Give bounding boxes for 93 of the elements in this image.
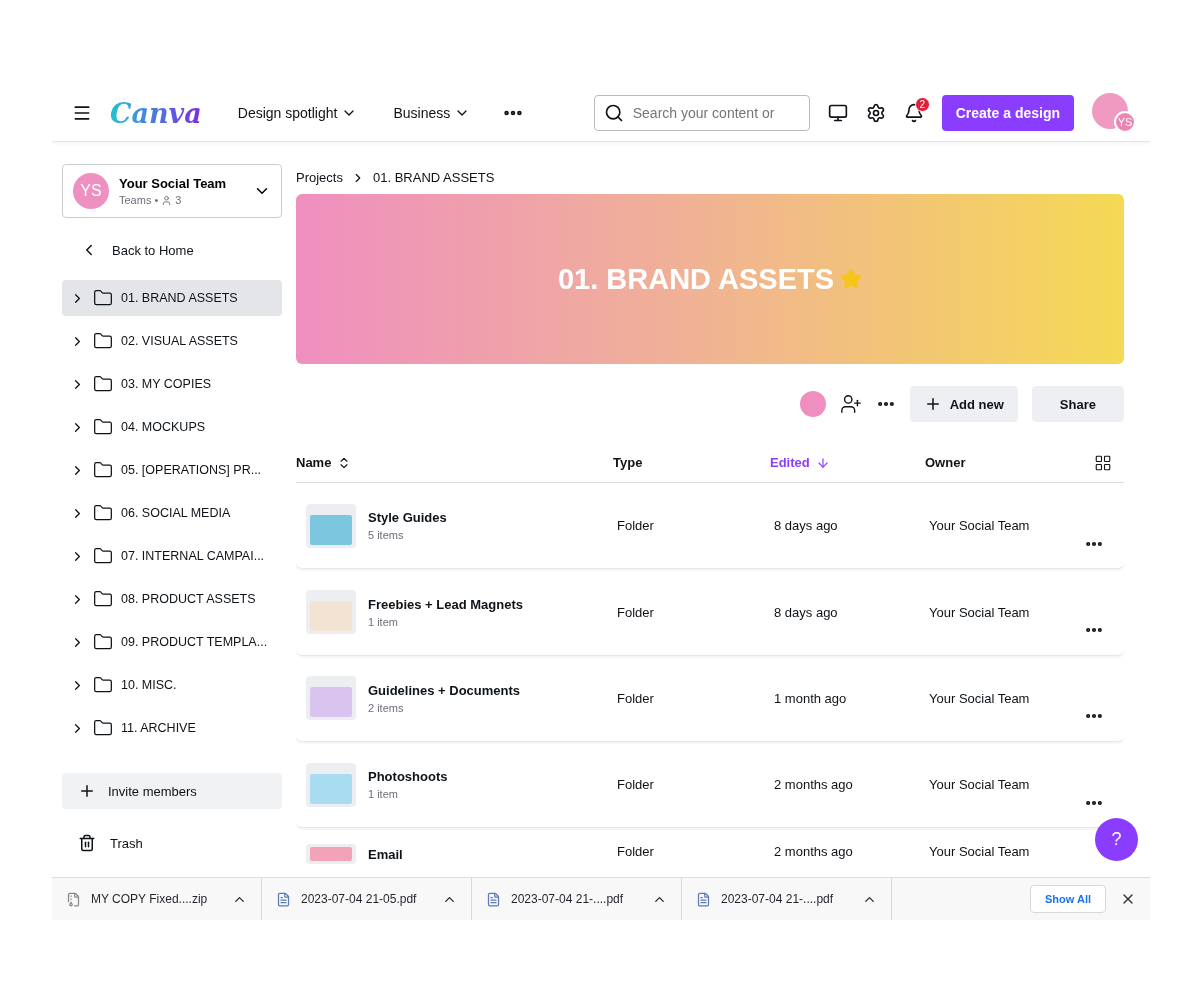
folder-item[interactable]: 10. MISC. [62,667,282,703]
item-count: 1 item [368,615,399,628]
menu-icon[interactable] [72,103,92,123]
folder-icon [93,675,113,695]
owner-cell-text: Your Social Team [928,604,1031,620]
edited-cell-text: 2 months ago [773,844,854,860]
folder-thumbnail[interactable] [306,503,356,548]
folder-name[interactable]: Guidelines + Documents [368,682,521,698]
create-design-button[interactable]: Create a design [941,95,1074,131]
folder-name[interactable]: Style Guides [368,510,447,526]
folder-title: 01. BRAND ASSETS [557,262,835,296]
team-initials: YS [73,173,109,209]
share-button[interactable]: Share [1031,386,1124,423]
item-count: 5 items [368,529,405,542]
document-icon [696,891,711,907]
member-count: 3 [175,194,182,206]
folder-icon [93,331,113,351]
folder-icon [93,288,113,308]
folder-item[interactable]: 03. MY COPIES [62,366,282,402]
search-field[interactable]: Search your content or [593,95,810,131]
folder-item[interactable]: 06. SOCIAL MEDIA [62,495,282,531]
back-link[interactable]: Back to Home [62,230,282,270]
folder-name[interactable]: Photoshoots [368,769,448,785]
download-item[interactable]: 2023-07-04 21-05.pdf [262,878,472,920]
folder-item[interactable]: 11. ARCHIVE [62,710,282,746]
notification-count: 2 [914,97,930,112]
folder-icon [93,546,113,566]
edited-cell-text: 8 days ago [773,518,839,534]
user-initials: YS [1114,111,1136,133]
document-icon [486,891,501,907]
settings-icon[interactable] [865,103,886,123]
column-header[interactable]: Type [613,455,643,471]
show-all-button[interactable]: Show All [1029,885,1106,913]
add-people-icon[interactable] [839,393,862,416]
person-icon [161,194,173,206]
download-item[interactable]: 2023-07-04 21-....pdf [682,878,892,920]
column-header[interactable]: Name [296,455,352,471]
folder-icon [93,632,113,652]
add-new-button[interactable]: Add new [909,386,1018,423]
nav-menu[interactable]: Business [389,99,475,127]
type-cell-text: Folder [616,690,655,706]
plus-icon [78,782,96,800]
folder-icon [93,718,113,738]
type-cell-text: Folder [616,777,655,793]
folder-item[interactable]: 08. PRODUCT ASSETS [62,581,282,617]
team-switcher[interactable]: YS Your Social Team Teams • 3 [62,164,282,218]
column-header[interactable]: Edited [770,455,830,471]
folder-item[interactable]: 07. INTERNAL CAMPAI... [62,538,282,574]
folder-item[interactable]: 04. MOCKUPS [62,409,282,445]
owner-cell-text: Your Social Team [928,777,1031,793]
breadcrumb-link[interactable]: 01. BRAND ASSETS [372,170,495,186]
folder-icon [93,374,113,394]
edited-cell-text: 2 months ago [773,777,854,793]
folder-icon [93,460,113,480]
folder-item[interactable]: 09. PRODUCT TEMPLA... [62,624,282,660]
folder-icon [93,589,113,609]
type-cell-text: Folder [616,604,655,620]
type-cell-text: Folder [616,518,655,534]
type-cell-text: Folder [616,844,655,860]
owner-cell-text: Your Social Team [928,690,1031,706]
folder-item[interactable]: 01. BRAND ASSETS [62,280,282,316]
search-icon [603,103,624,123]
download-item[interactable]: 2023-07-04 21-....pdf [472,878,682,920]
folder-item[interactable]: 02. VISUAL ASSETS [62,323,282,359]
folder-name[interactable]: Email [368,846,403,862]
item-count: 1 item [368,788,399,801]
folder-item[interactable]: 05. [OPERATIONS] PR... [62,452,282,488]
download-item[interactable]: MY COPY Fixed....zip [52,878,262,920]
folder-thumbnail[interactable] [306,676,356,721]
column-header[interactable]: Owner [925,455,966,471]
folder-name[interactable]: Freebies + Lead Magnets [368,596,523,612]
document-icon [276,891,291,907]
breadcrumb-link[interactable]: Projects [296,170,343,186]
team-name: Your Social Team [119,176,228,191]
monitor-icon[interactable] [827,103,848,123]
folder-thumbnail[interactable] [306,844,356,865]
team-plan: Teams • [119,194,159,206]
folder-icon [93,503,113,523]
trash-icon [78,834,96,852]
owner-cell-text: Your Social Team [928,844,1031,860]
star-icon[interactable] [840,268,863,291]
folder-thumbnail[interactable] [306,590,356,634]
help-button[interactable]: ? [1095,818,1138,861]
item-count: 2 items [368,701,405,714]
nav-menu[interactable]: Design spotlight [233,99,362,127]
trash-link[interactable]: Trash [62,825,282,861]
folder-thumbnail[interactable] [306,762,356,807]
invite-members-button[interactable]: Invite members [62,773,282,809]
edited-cell-text: 8 days ago [773,604,839,620]
owner-cell-text: Your Social Team [928,518,1031,534]
zip-file-icon [66,891,81,907]
edited-cell-text: 1 month ago [773,690,848,706]
folder-icon [93,417,113,437]
